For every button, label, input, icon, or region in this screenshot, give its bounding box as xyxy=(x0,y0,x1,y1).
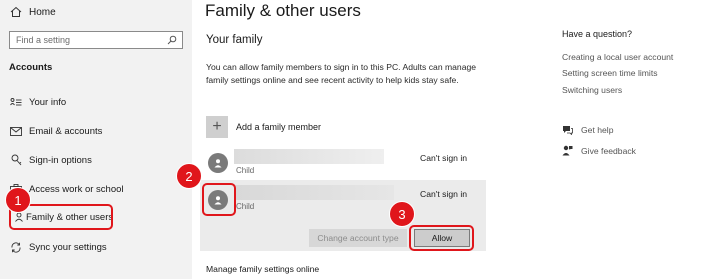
sidebar-item-sign-in-options[interactable]: Sign-in options xyxy=(9,151,92,169)
get-help-link[interactable]: Get help xyxy=(562,125,614,135)
highlight-member-avatar xyxy=(202,183,236,216)
sidebar-item-label: Sign-in options xyxy=(29,154,92,166)
sidebar-item-label: Access work or school xyxy=(29,183,124,195)
manage-family-settings-link[interactable]: Manage family settings online xyxy=(206,264,319,274)
home-link[interactable]: Home xyxy=(10,4,56,20)
plus-icon: + xyxy=(206,116,228,138)
member-name-redacted xyxy=(234,185,394,200)
change-account-type-button[interactable]: Change account type xyxy=(309,229,407,247)
step-badge-2: 2 xyxy=(176,163,202,189)
avatar-icon xyxy=(208,153,228,173)
give-feedback-label: Give feedback xyxy=(581,145,636,156)
member-role: Child xyxy=(236,202,255,211)
home-icon xyxy=(10,6,24,18)
sidebar-item-label: Email & accounts xyxy=(29,125,103,137)
add-member-label: Add a family member xyxy=(236,122,322,132)
search-input[interactable]: Find a setting xyxy=(9,31,183,49)
home-label: Home xyxy=(29,6,56,18)
user-list-icon xyxy=(9,96,23,108)
sidebar-item-sync-settings[interactable]: Sync your settings xyxy=(9,238,107,256)
mail-icon xyxy=(9,125,23,137)
link-switching-users[interactable]: Switching users xyxy=(562,85,622,95)
member-status: Can't sign in xyxy=(420,153,468,163)
sidebar: Home Find a setting Accounts Your info E… xyxy=(0,0,192,279)
sidebar-item-email-accounts[interactable]: Email & accounts xyxy=(9,122,102,140)
step-badge-3: 3 xyxy=(389,201,415,227)
your-family-heading: Your family xyxy=(206,34,263,46)
have-a-question-heading: Have a question? xyxy=(562,29,633,39)
link-creating-local-user[interactable]: Creating a local user account xyxy=(562,52,673,62)
sidebar-item-label: Your info xyxy=(29,96,67,108)
accounts-section-title: Accounts xyxy=(9,62,53,73)
link-screen-time-limits[interactable]: Setting screen time limits xyxy=(562,68,658,78)
get-help-label: Get help xyxy=(581,125,614,135)
member-role: Child xyxy=(236,166,255,175)
step-badge-1: 1 xyxy=(5,187,31,213)
key-icon xyxy=(9,154,23,166)
chat-help-icon xyxy=(562,125,574,135)
sidebar-item-label: Sync your settings xyxy=(29,241,107,253)
sidebar-item-your-info[interactable]: Your info xyxy=(9,93,66,111)
member-status: Can't sign in xyxy=(420,189,468,199)
give-feedback-link[interactable]: Give feedback xyxy=(562,145,636,156)
add-family-member-button[interactable]: + Add a family member xyxy=(206,116,321,138)
search-icon[interactable] xyxy=(167,35,177,47)
sync-icon xyxy=(9,241,23,253)
page-title: Family & other users xyxy=(205,1,361,20)
member-name-redacted xyxy=(234,149,384,164)
family-description: You can allow family members to sign in … xyxy=(206,62,477,85)
feedback-icon xyxy=(562,145,574,156)
highlight-allow-button xyxy=(409,225,474,251)
search-placeholder: Find a setting xyxy=(16,35,71,45)
